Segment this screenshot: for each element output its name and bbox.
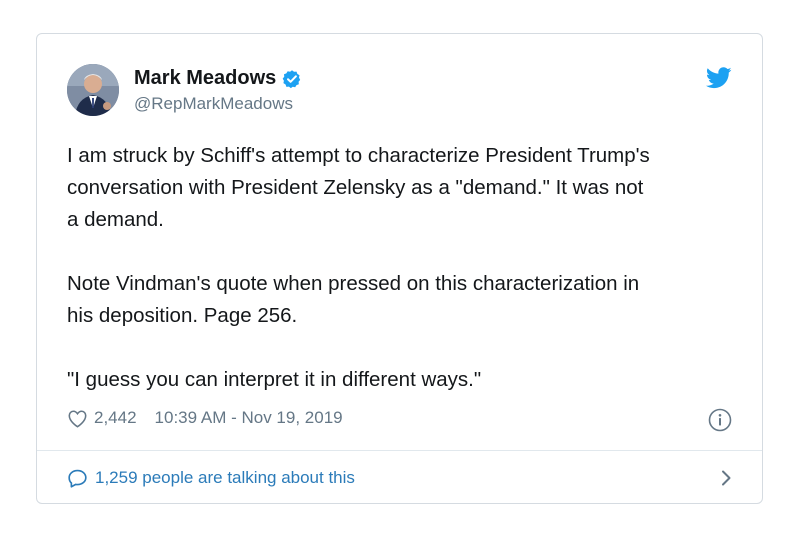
tweet-meta: 2,442 10:39 AM - Nov 19, 2019 — [67, 408, 343, 428]
tweet-timestamp[interactable]: 10:39 AM - Nov 19, 2019 — [155, 408, 343, 428]
twitter-bird-icon[interactable] — [705, 67, 732, 89]
like-count[interactable]: 2,442 — [94, 408, 137, 428]
speech-bubble-icon — [68, 469, 87, 488]
tweet-text: I am struck by Schiff's attempt to chara… — [67, 144, 650, 391]
author-handle[interactable]: @RepMarkMeadows — [134, 94, 293, 114]
author-display-name[interactable]: Mark Meadows — [134, 67, 276, 90]
divider — [37, 450, 762, 451]
heart-icon[interactable] — [67, 409, 88, 428]
verified-badge-icon — [282, 69, 302, 89]
chevron-right-icon[interactable] — [720, 469, 732, 487]
info-icon[interactable] — [708, 408, 732, 432]
author-name-row[interactable]: Mark Meadows — [134, 67, 302, 90]
tweet-card[interactable]: Mark Meadows @RepMarkMeadows I am struck… — [36, 33, 763, 504]
conversation-link[interactable]: 1,259 people are talking about this — [67, 464, 732, 492]
conversation-label[interactable]: 1,259 people are talking about this — [95, 468, 355, 488]
avatar[interactable] — [67, 64, 119, 116]
